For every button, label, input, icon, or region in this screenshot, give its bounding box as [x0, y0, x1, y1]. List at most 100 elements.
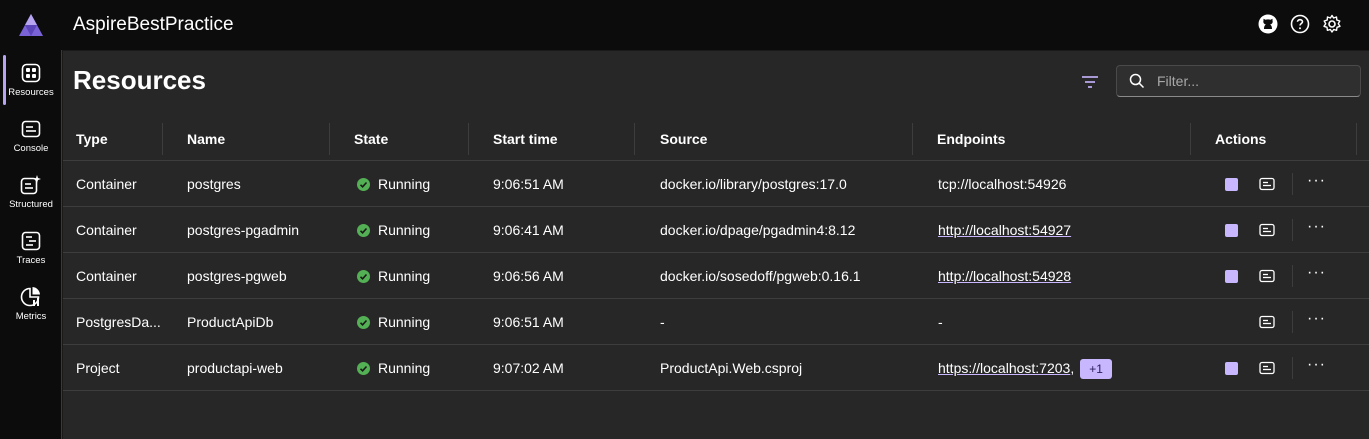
- settings-icon[interactable]: [1321, 13, 1343, 35]
- stop-button[interactable]: [1225, 224, 1238, 237]
- traces-icon: [20, 230, 42, 252]
- structured-icon: [20, 174, 42, 196]
- more-actions-button[interactable]: ···: [1307, 253, 1326, 299]
- state-label: Running: [378, 222, 431, 238]
- console-icon: [20, 118, 42, 140]
- console-logs-icon[interactable]: [1259, 360, 1275, 376]
- table-body: Container postgres 9:06:51 AM docker.io/lib…: [63, 161, 1369, 391]
- more-actions-button[interactable]: ···: [1307, 161, 1326, 207]
- nav-label-structured: Structured: [9, 199, 53, 210]
- cell-name: ProductApiDb: [187, 314, 274, 330]
- top-header: AspireBestPractice: [0, 0, 1369, 50]
- cell-type: PostgresDa...: [76, 314, 160, 330]
- table-row[interactable]: Container postgres 9:06:51 AM docker.io/lib…: [63, 161, 1369, 207]
- table-row[interactable]: PostgresDa... ProductApiDb 9:06:51 AM - Runn…: [63, 299, 1369, 345]
- cell-start-time: 9:06:56 AM: [493, 268, 564, 284]
- more-actions-button[interactable]: ···: [1307, 345, 1326, 391]
- cell-source: -: [660, 314, 665, 330]
- running-check-icon: [357, 223, 370, 237]
- github-icon[interactable]: [1257, 13, 1279, 35]
- filter-search-box[interactable]: [1116, 65, 1361, 97]
- table-row[interactable]: Project productapi-web 9:07:02 AM ProductAp…: [63, 345, 1369, 391]
- aspire-logo-icon[interactable]: [18, 13, 44, 37]
- endpoint-text: -: [938, 314, 943, 330]
- column-header-actions: Actions: [1215, 131, 1267, 147]
- resources-table: Type Name State Start time Source Endpoi…: [63, 117, 1369, 391]
- state-label: Running: [378, 268, 431, 284]
- console-logs-icon[interactable]: [1259, 176, 1275, 192]
- state-label: Running: [378, 176, 431, 192]
- cell-state: Running: [357, 161, 467, 207]
- endpoint-text: tcp://localhost:54926: [938, 176, 1067, 192]
- nav-label-resources: Resources: [8, 87, 54, 98]
- running-check-icon: [357, 177, 370, 191]
- nav-label-metrics: Metrics: [15, 311, 47, 322]
- resources-icon: [20, 62, 42, 84]
- cell-type: Project: [76, 360, 120, 376]
- cell-endpoints: http://localhost:54927: [938, 207, 1188, 253]
- cell-source: docker.io/sosedoff/pgweb:0.16.1: [660, 268, 861, 284]
- column-header-start-time[interactable]: Start time: [493, 117, 558, 161]
- metrics-icon: [20, 286, 42, 308]
- left-navigation: Resources Console Structured Traces Metr…: [0, 50, 62, 439]
- cell-endpoints: https://localhost:7203, +1: [938, 345, 1188, 391]
- cell-state: Running: [357, 299, 467, 345]
- running-check-icon: [357, 315, 370, 329]
- nav-item-metrics[interactable]: Metrics: [0, 276, 62, 330]
- running-check-icon: [357, 361, 370, 375]
- cell-source: ProductApi.Web.csproj: [660, 360, 803, 376]
- app-title[interactable]: AspireBestPractice: [73, 14, 234, 36]
- cell-endpoints: tcp://localhost:54926: [938, 161, 1188, 207]
- endpoint-link[interactable]: http://localhost:54927: [938, 222, 1071, 238]
- cell-name: postgres-pgadmin: [187, 222, 300, 238]
- column-header-state[interactable]: State: [354, 117, 388, 161]
- column-header-endpoints[interactable]: Endpoints: [937, 117, 1005, 161]
- more-actions-button[interactable]: ···: [1307, 299, 1326, 345]
- stop-button[interactable]: [1225, 362, 1238, 375]
- console-logs-icon[interactable]: [1259, 314, 1275, 330]
- console-logs-icon[interactable]: [1259, 222, 1275, 238]
- nav-item-console[interactable]: Console: [0, 108, 62, 162]
- filter-input[interactable]: [1157, 66, 1352, 96]
- cell-state: Running: [357, 253, 467, 299]
- nav-item-structured[interactable]: Structured: [0, 164, 62, 218]
- cell-start-time: 9:07:02 AM: [493, 360, 564, 376]
- nav-label-console: Console: [13, 143, 49, 154]
- more-endpoints-badge[interactable]: +1: [1080, 359, 1112, 380]
- column-header-type[interactable]: Type: [76, 117, 108, 161]
- cell-type: Container: [76, 222, 137, 238]
- main-panel: Resources Type Name State Start time Sou…: [63, 51, 1369, 439]
- column-header-name[interactable]: Name: [187, 117, 225, 161]
- help-icon[interactable]: [1289, 13, 1311, 35]
- state-label: Running: [378, 360, 431, 376]
- nav-item-traces[interactable]: Traces: [0, 220, 62, 274]
- table-row[interactable]: Container postgres-pgadmin 9:06:41 AM docke…: [63, 207, 1369, 253]
- nav-label-traces: Traces: [16, 255, 46, 266]
- search-icon: [1129, 73, 1145, 89]
- endpoint-link[interactable]: https://localhost:7203: [938, 360, 1070, 376]
- console-logs-icon[interactable]: [1259, 268, 1275, 284]
- cell-endpoints: -: [938, 299, 1188, 345]
- cell-state: Running: [357, 207, 467, 253]
- nav-item-resources[interactable]: Resources: [0, 52, 62, 106]
- table-row[interactable]: Container postgres-pgweb 9:06:56 AM docker.…: [63, 253, 1369, 299]
- stop-button[interactable]: [1225, 270, 1238, 283]
- endpoint-link[interactable]: http://localhost:54928: [938, 268, 1071, 284]
- state-label: Running: [378, 314, 431, 330]
- cell-name: productapi-web: [187, 360, 283, 376]
- column-header-source[interactable]: Source: [660, 117, 707, 161]
- running-check-icon: [357, 269, 370, 283]
- cell-start-time: 9:06:41 AM: [493, 222, 564, 238]
- stop-button[interactable]: [1225, 178, 1238, 191]
- cell-source: docker.io/dpage/pgadmin4:8.12: [660, 222, 856, 238]
- cell-name: postgres: [187, 176, 241, 192]
- table-header: Type Name State Start time Source Endpoi…: [63, 117, 1369, 161]
- cell-start-time: 9:06:51 AM: [493, 314, 564, 330]
- cell-type: Container: [76, 176, 137, 192]
- cell-endpoints: http://localhost:54928: [938, 253, 1188, 299]
- cell-source: docker.io/library/postgres:17.0: [660, 176, 847, 192]
- filter-icon[interactable]: [1079, 71, 1101, 93]
- cell-name: postgres-pgweb: [187, 268, 287, 284]
- cell-start-time: 9:06:51 AM: [493, 176, 564, 192]
- more-actions-button[interactable]: ···: [1307, 207, 1326, 253]
